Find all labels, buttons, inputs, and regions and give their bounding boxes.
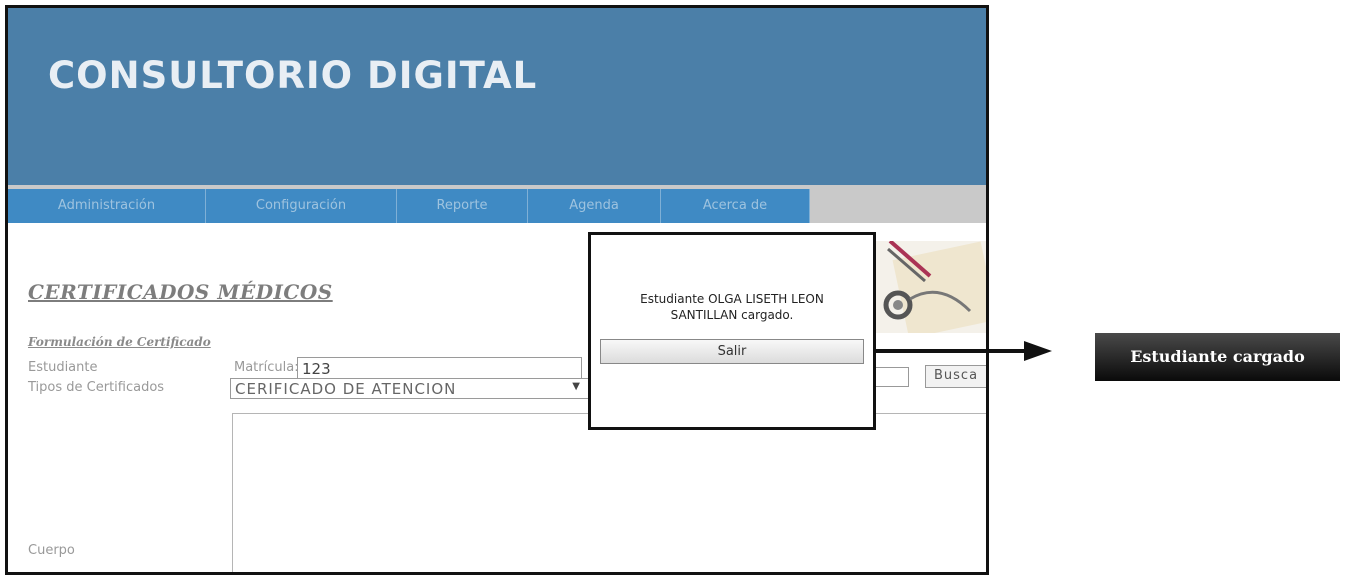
header-banner: CONSULTORIO DIGITAL — [8, 8, 986, 185]
cuerpo-textarea[interactable] — [232, 413, 986, 572]
cuerpo-label: Cuerpo — [28, 543, 75, 558]
secondary-input[interactable] — [874, 367, 909, 387]
alert-dialog: Estudiante OLGA LISETH LEON SANTILLAN ca… — [588, 232, 876, 430]
salir-button[interactable]: Salir — [600, 339, 864, 364]
tipo-certificado-select[interactable]: CERIFICADO DE ATENCION ▼ — [230, 378, 590, 399]
arrow-right-icon — [1024, 341, 1052, 361]
menu-item-reporte[interactable]: Reporte — [397, 189, 528, 223]
annotation-callout: Estudiante cargado — [1095, 333, 1340, 381]
stethoscope-image — [870, 241, 986, 333]
page-title: CERTIFICADOS MÉDICOS — [28, 280, 333, 304]
annotation-arrow-line — [866, 349, 1026, 353]
tipo-certificado-value: CERIFICADO DE ATENCION — [235, 380, 457, 398]
chevron-down-icon: ▼ — [572, 381, 581, 392]
matricula-label: Matrícula: — [234, 360, 299, 375]
menu-item-configuracion[interactable]: Configuración — [206, 189, 397, 223]
menu-item-acerca-de[interactable]: Acerca de — [661, 189, 810, 223]
menu-item-administracion[interactable]: Administración — [8, 189, 206, 223]
section-title: Formulación de Certificado — [28, 335, 211, 349]
estudiante-label: Estudiante — [28, 360, 98, 375]
app-title: CONSULTORIO DIGITAL — [48, 54, 538, 97]
dialog-message: Estudiante OLGA LISETH LEON SANTILLAN ca… — [640, 292, 824, 322]
menu-item-agenda[interactable]: Agenda — [528, 189, 661, 223]
tipos-certificados-label: Tipos de Certificados — [28, 380, 165, 395]
main-menu: Administración Configuración Reporte Age… — [8, 185, 986, 223]
buscar-button[interactable]: Busca — [925, 365, 986, 388]
